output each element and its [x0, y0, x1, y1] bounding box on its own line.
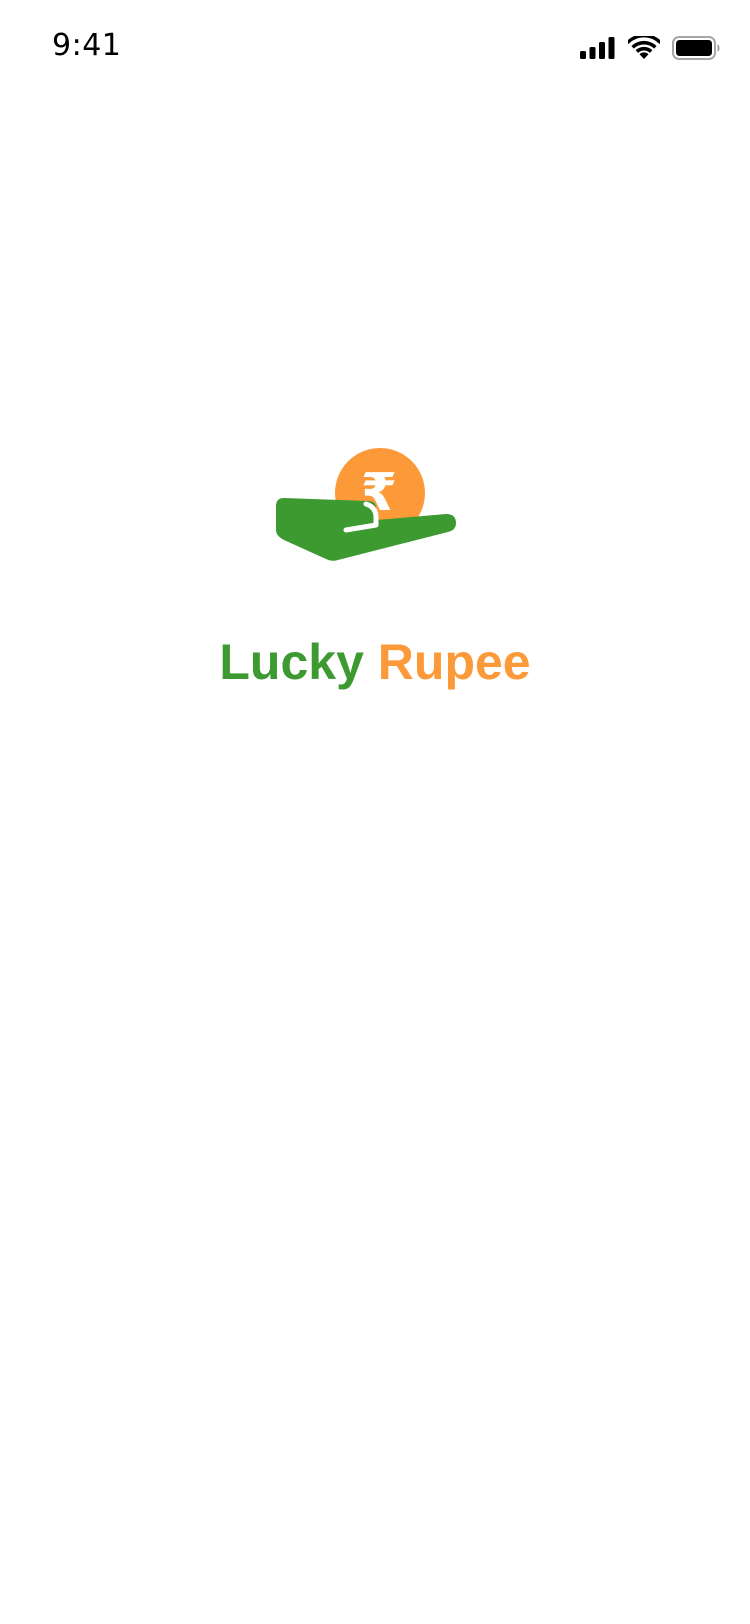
brand-space — [364, 634, 378, 690]
brand-word-lucky: Lucky — [219, 634, 364, 690]
brand-word-rupee: Rupee — [377, 634, 531, 690]
hand-holding-rupee-coin-icon: ₹ — [276, 448, 476, 584]
brand-name: Lucky Rupee — [0, 632, 750, 692]
splash-screen: ₹ Lucky Rupee — [0, 0, 750, 1624]
